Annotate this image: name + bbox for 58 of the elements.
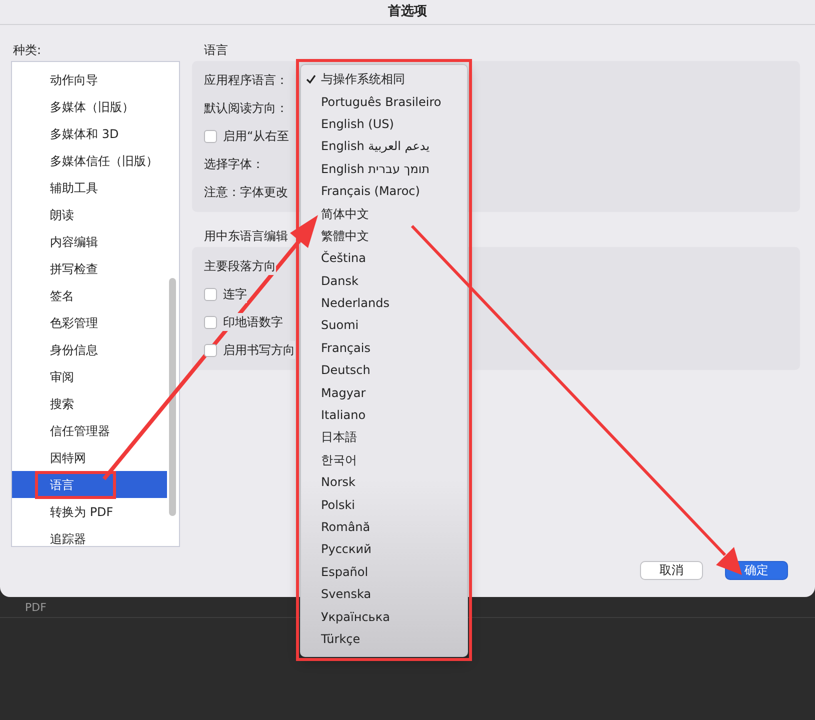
section-heading: 用中东语言编辑 — [204, 228, 288, 245]
menu-item[interactable]: Português Brasileiro — [301, 90, 467, 113]
category-item[interactable]: 多媒体和 3D — [12, 120, 167, 147]
menu-item[interactable]: Svenska — [301, 582, 467, 606]
checkbox[interactable] — [204, 316, 217, 328]
category-item[interactable]: 动作向导 — [12, 66, 167, 93]
category-item[interactable]: 多媒体（旧版） — [12, 93, 167, 120]
menu-item[interactable]: 한국어 — [301, 448, 467, 472]
category-item[interactable]: 内容编辑 — [12, 228, 167, 255]
menu-item[interactable]: Українська — [301, 605, 467, 628]
field-label: 主要段落方向 — [204, 257, 276, 275]
menu-item[interactable]: English (US) — [301, 112, 467, 136]
category-label: 种类: — [13, 42, 42, 59]
checkbox[interactable] — [204, 130, 217, 142]
category-item[interactable]: 签名 — [12, 282, 167, 309]
checkbox-label: 连字 — [223, 285, 247, 303]
category-item[interactable]: 辅助工具 — [12, 174, 167, 201]
background-text: PDF — [25, 600, 46, 616]
menu-item[interactable]: Français (Maroc) — [301, 180, 467, 202]
category-item[interactable]: 转换为 PDF — [12, 498, 167, 525]
cancel-button[interactable]: 取消 — [640, 561, 703, 580]
checkbox-label: 印地语数字 — [223, 313, 283, 331]
category-item[interactable]: 拼写检查 — [12, 255, 167, 282]
menu-item[interactable]: Čeština — [301, 247, 467, 270]
category-item[interactable]: 多媒体信任（旧版） — [12, 147, 167, 174]
menu-item[interactable]: Italiano — [301, 404, 467, 426]
menu-item[interactable]: Suomi — [301, 314, 467, 337]
menu-item[interactable]: Polski — [301, 493, 467, 516]
checkbox-label: 启用书写方向 — [223, 341, 295, 359]
checkbox[interactable] — [204, 288, 217, 300]
category-item[interactable]: 追踪器 — [12, 525, 167, 552]
section-heading: 语言 — [204, 42, 228, 59]
menu-item[interactable]: 简体中文 — [301, 202, 467, 225]
menu-item[interactable]: English يدعم العربية — [301, 135, 467, 158]
menu-item[interactable]: Nederlands — [301, 292, 467, 314]
menu-item[interactable]: Magyar — [301, 381, 467, 404]
category-item[interactable]: 身份信息 — [12, 336, 167, 363]
menu-item[interactable]: Español — [301, 560, 467, 583]
category-item[interactable]: 信任管理器 — [12, 417, 167, 444]
checkbox[interactable] — [204, 344, 217, 356]
menu-item[interactable]: Norsk — [301, 471, 467, 494]
menu-item[interactable]: Français — [301, 336, 467, 360]
menu-item[interactable]: Türkçe — [301, 628, 467, 650]
window-title: 首选项 — [388, 3, 427, 22]
menu-item[interactable]: Română — [301, 516, 467, 538]
category-item[interactable]: 审阅 — [12, 363, 167, 390]
menu-item[interactable]: Русский — [301, 538, 467, 561]
menu-item[interactable]: Deutsch — [301, 359, 467, 382]
menu-item[interactable]: 与操作系统相同 — [301, 68, 467, 90]
category-item[interactable]: 因特网 — [12, 444, 167, 471]
category-item[interactable]: 朗读 — [12, 201, 167, 228]
scrollbar-thumb[interactable] — [169, 278, 176, 516]
menu-item[interactable]: Dansk — [301, 270, 467, 292]
menu-item[interactable]: 日本語 — [301, 426, 467, 449]
menu-item[interactable]: English תומך עברית — [301, 158, 467, 180]
field-label: 注意：字体更改 — [204, 183, 288, 201]
category-item[interactable]: 搜索 — [12, 390, 167, 417]
category-item[interactable]: 色彩管理 — [12, 309, 167, 336]
